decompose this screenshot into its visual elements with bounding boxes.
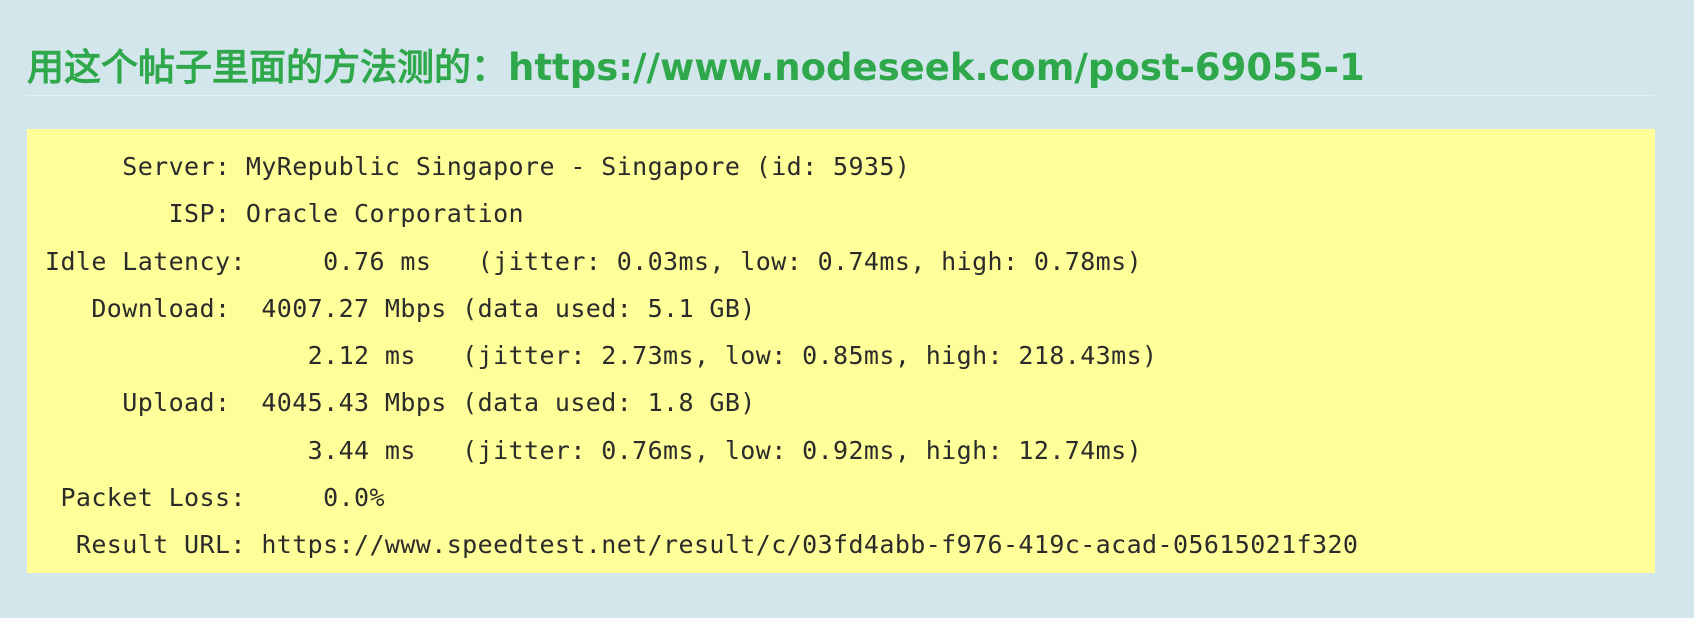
heading-divider — [27, 95, 1655, 96]
post-content: 用这个帖子里面的方法测的：https://www.nodeseek.com/po… — [27, 0, 1655, 573]
code-line-upload-latency: 3.44 ms (jitter: 0.76ms, low: 0.92ms, hi… — [45, 435, 1143, 465]
code-line-download: Download: 4007.27 Mbps (data used: 5.1 G… — [45, 293, 756, 323]
speedtest-code-block: Server: MyRepublic Singapore - Singapore… — [27, 129, 1655, 573]
code-line-isp: ISP: Oracle Corporation — [45, 199, 524, 229]
code-line-download-latency: 2.12 ms (jitter: 2.73ms, low: 0.85ms, hi… — [45, 341, 1158, 371]
code-line-idle-latency: Idle Latency: 0.76 ms (jitter: 0.03ms, l… — [45, 246, 1143, 276]
code-line-server: Server: MyRepublic Singapore - Singapore… — [45, 152, 911, 181]
code-line-packet-loss: Packet Loss: 0.0% — [45, 483, 385, 513]
speedtest-output: Server: MyRepublic Singapore - Singapore… — [45, 143, 1655, 569]
post-heading: 用这个帖子里面的方法测的：https://www.nodeseek.com/po… — [27, 46, 1365, 89]
code-line-result-url: Result URL: https://www.speedtest.net/re… — [45, 530, 1359, 560]
code-line-upload: Upload: 4045.43 Mbps (data used: 1.8 GB) — [45, 388, 756, 418]
